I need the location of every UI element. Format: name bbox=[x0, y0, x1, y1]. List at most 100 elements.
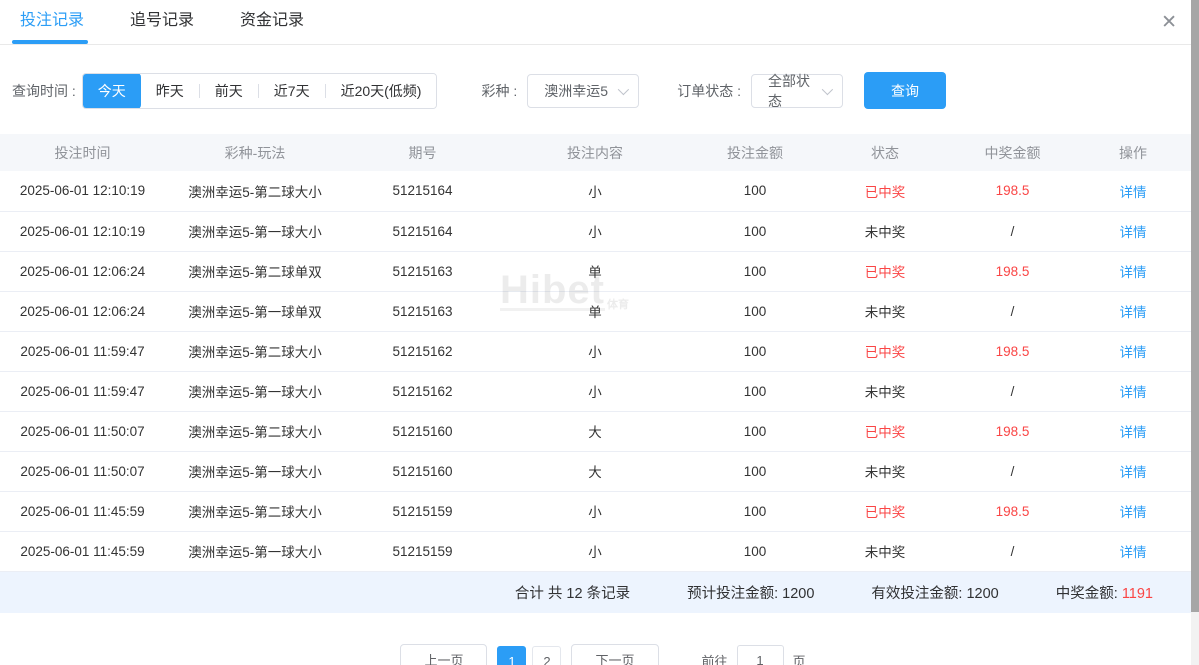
bet-amount: 100 bbox=[690, 291, 820, 332]
action-cell: 详情 bbox=[1075, 171, 1191, 212]
bet-content: 小 bbox=[500, 211, 690, 252]
summary-valid-label: 有效投注金额: bbox=[871, 585, 967, 602]
action-cell: 详情 bbox=[1075, 291, 1191, 332]
detail-link[interactable]: 详情 bbox=[1120, 385, 1147, 400]
bet-time: 2025-06-01 11:59:47 bbox=[0, 331, 165, 372]
detail-link[interactable]: 详情 bbox=[1120, 545, 1147, 560]
table-row: 2025-06-01 11:59:47 澳洲幸运5-第一球大小 51215162… bbox=[0, 371, 1191, 412]
win-amount: 198.5 bbox=[950, 251, 1075, 292]
table-row: 2025-06-01 11:59:47 澳洲幸运5-第二球大小 51215162… bbox=[0, 331, 1191, 372]
tab-bet-records[interactable]: 投注记录 bbox=[11, 0, 89, 45]
game-play: 澳洲幸运5-第一球大小 bbox=[165, 451, 345, 492]
detail-link[interactable]: 详情 bbox=[1120, 185, 1147, 200]
bet-content: 小 bbox=[500, 331, 690, 372]
detail-link[interactable]: 详情 bbox=[1120, 225, 1147, 240]
records-table: 投注时间 彩种-玩法 期号 投注内容 投注金额 状态 中奖金额 操作 2025-… bbox=[0, 134, 1191, 572]
status-badge: 未中奖 bbox=[820, 211, 950, 252]
detail-link[interactable]: 详情 bbox=[1120, 425, 1147, 440]
table-row: 2025-06-01 12:10:19 澳洲幸运5-第二球大小 51215164… bbox=[0, 171, 1191, 212]
win-amount: 198.5 bbox=[950, 411, 1075, 452]
game-play: 澳洲幸运5-第一球单双 bbox=[165, 291, 345, 332]
col-status: 状态 bbox=[820, 134, 950, 171]
pagination: 上一页 1 2 下一页 前往 页 bbox=[0, 643, 1199, 665]
summary-valid: 有效投注金额: 1200 bbox=[871, 582, 998, 603]
summary-expected-label: 预计投注金额: bbox=[687, 585, 783, 602]
action-cell: 详情 bbox=[1075, 371, 1191, 412]
issue-number: 51215162 bbox=[345, 331, 500, 372]
bet-time: 2025-06-01 11:45:59 bbox=[0, 491, 165, 532]
time-option-7days[interactable]: 近7天 bbox=[258, 73, 325, 108]
prev-page-button[interactable]: 上一页 bbox=[400, 643, 488, 665]
win-amount: 198.5 bbox=[950, 171, 1075, 212]
detail-link[interactable]: 详情 bbox=[1120, 305, 1147, 320]
game-play: 澳洲幸运5-第二球大小 bbox=[165, 491, 345, 532]
tab-chase-records[interactable]: 追号记录 bbox=[130, 0, 194, 45]
game-play: 澳洲幸运5-第二球大小 bbox=[165, 171, 345, 212]
status-badge: 未中奖 bbox=[820, 291, 950, 332]
win-amount: / bbox=[950, 531, 1075, 572]
order-status-select[interactable]: 全部状态 bbox=[751, 73, 844, 109]
query-button[interactable]: 查询 bbox=[864, 72, 947, 109]
close-icon[interactable]: ✕ bbox=[1161, 13, 1177, 32]
action-cell: 详情 bbox=[1075, 491, 1191, 532]
bet-time: 2025-06-01 12:06:24 bbox=[0, 291, 165, 332]
summary-total: 合计 共 12 条记录 bbox=[514, 585, 631, 602]
bet-content: 小 bbox=[500, 171, 690, 212]
status-badge: 已中奖 bbox=[820, 491, 950, 532]
bet-amount: 100 bbox=[690, 371, 820, 412]
game-play: 澳洲幸运5-第一球大小 bbox=[165, 531, 345, 572]
col-bet-time: 投注时间 bbox=[0, 134, 165, 171]
game-play: 澳洲幸运5-第二球大小 bbox=[165, 411, 345, 452]
time-option-today[interactable]: 今天 bbox=[82, 73, 141, 108]
summary-win: 中奖金额: 1191 bbox=[1056, 582, 1153, 603]
issue-number: 51215159 bbox=[345, 531, 500, 572]
game-play: 澳洲幸运5-第二球大小 bbox=[165, 331, 345, 372]
col-game-play: 彩种-玩法 bbox=[165, 134, 345, 171]
tab-fund-records[interactable]: 资金记录 bbox=[240, 0, 304, 45]
bet-amount: 100 bbox=[690, 491, 820, 532]
status-badge: 已中奖 bbox=[820, 171, 950, 212]
win-amount: / bbox=[950, 211, 1075, 252]
bet-content: 小 bbox=[500, 371, 690, 412]
summary-valid-value: 1200 bbox=[966, 585, 999, 602]
next-page-button[interactable]: 下一页 bbox=[571, 643, 659, 665]
scrollbar-thumb[interactable] bbox=[1191, 0, 1199, 612]
detail-link[interactable]: 详情 bbox=[1120, 505, 1147, 520]
table-row: 2025-06-01 12:06:24 澳洲幸运5-第二球单双 51215163… bbox=[0, 251, 1191, 292]
action-cell: 详情 bbox=[1075, 531, 1191, 572]
detail-link[interactable]: 详情 bbox=[1120, 265, 1147, 280]
table-header-row: 投注时间 彩种-玩法 期号 投注内容 投注金额 状态 中奖金额 操作 bbox=[0, 134, 1191, 171]
bet-amount: 100 bbox=[690, 411, 820, 452]
bet-amount: 100 bbox=[690, 451, 820, 492]
status-badge: 未中奖 bbox=[820, 371, 950, 412]
issue-number: 51215160 bbox=[345, 411, 500, 452]
col-bet-amount: 投注金额 bbox=[690, 134, 820, 171]
page-number-2[interactable]: 2 bbox=[532, 645, 562, 665]
goto-page-input[interactable] bbox=[736, 645, 784, 665]
time-option-20days[interactable]: 近20天(低频) bbox=[325, 73, 437, 108]
detail-link[interactable]: 详情 bbox=[1120, 465, 1147, 480]
scrollbar-track bbox=[1191, 0, 1199, 665]
status-badge: 未中奖 bbox=[820, 531, 950, 572]
action-cell: 详情 bbox=[1075, 211, 1191, 252]
col-bet-content: 投注内容 bbox=[500, 134, 690, 171]
issue-number: 51215162 bbox=[345, 371, 500, 412]
lottery-type-label: 彩种 : bbox=[481, 82, 518, 99]
bet-content: 小 bbox=[500, 531, 690, 572]
query-time-label: 查询时间 : bbox=[12, 82, 76, 99]
time-option-yesterday[interactable]: 昨天 bbox=[140, 73, 199, 108]
bet-amount: 100 bbox=[690, 171, 820, 212]
issue-number: 51215163 bbox=[345, 251, 500, 292]
time-range-group: 今天 昨天 前天 近7天 近20天(低频) bbox=[81, 72, 438, 109]
lottery-type-select[interactable]: 澳洲幸运5 bbox=[527, 73, 640, 108]
bet-time: 2025-06-01 12:06:24 bbox=[0, 251, 165, 292]
lottery-type-value: 澳洲幸运5 bbox=[544, 82, 609, 99]
detail-link[interactable]: 详情 bbox=[1120, 345, 1147, 360]
time-option-day-before[interactable]: 前天 bbox=[199, 73, 258, 108]
records-table-wrap: 投注时间 彩种-玩法 期号 投注内容 投注金额 状态 中奖金额 操作 2025-… bbox=[0, 134, 1199, 613]
bet-content: 大 bbox=[500, 451, 690, 492]
issue-number: 51215164 bbox=[345, 211, 500, 252]
summary-expected-value: 1200 bbox=[782, 585, 815, 602]
page-number-1[interactable]: 1 bbox=[497, 645, 527, 665]
chevron-down-icon bbox=[618, 83, 630, 95]
